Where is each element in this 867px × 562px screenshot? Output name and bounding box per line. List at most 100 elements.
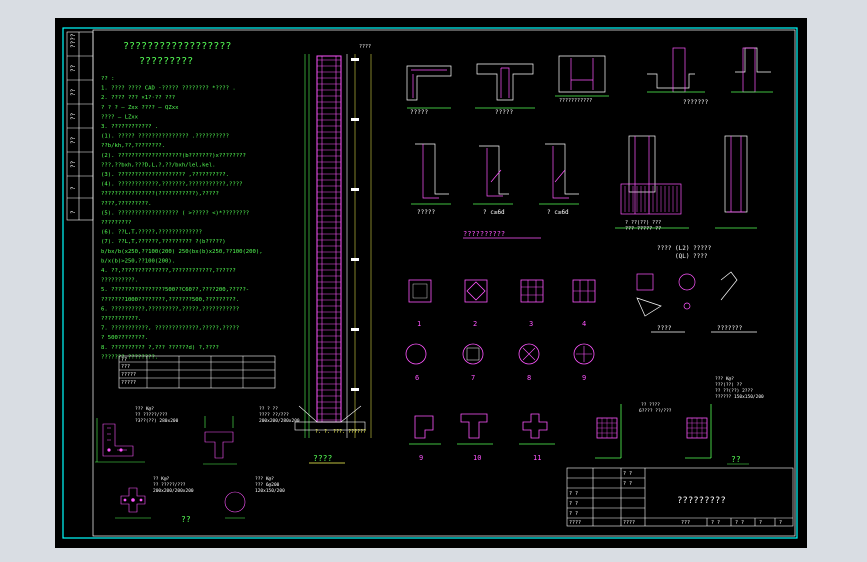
shape-number-10: 10	[473, 454, 481, 462]
svg-text:200x200/280x200: 200x200/280x200	[259, 418, 300, 424]
l-shape-label: ?????	[417, 209, 435, 216]
note-line: 7. ???????????, ?????????????,?????,????…	[101, 326, 239, 332]
svg-text:???(??) ??: ???(??) ??	[715, 382, 742, 388]
note-line: ???,??bxh,???D,L,?,??/bxh/lel,kel.	[101, 162, 216, 168]
vlabel-2: ??	[70, 88, 77, 96]
svg-text:?? ?????/???: ?? ?????/???	[135, 412, 168, 418]
note-line: ??b/kh,??,????????.	[101, 143, 165, 149]
note-line: 4. ??,??????????????,????????????,??????	[101, 268, 236, 274]
vlabel-7: ?	[70, 210, 77, 214]
anchorage-table: ?? ??? ????? ?????	[118, 355, 276, 389]
stirrup-details: ???? (L2) ????? (QL) ???? ???? ???????	[636, 245, 757, 333]
section-number-8: 8	[527, 374, 531, 382]
tb-cell-3: ? ?	[569, 501, 578, 507]
note-line: ? ? ? — Zxx ???? — QZxx	[101, 105, 179, 111]
tb-cell-1: ? ?	[623, 481, 632, 487]
shape-number-11: 11	[533, 454, 541, 462]
note-line: (7). ??L,T,??????,????????? ?(b?????)	[101, 239, 226, 245]
vlabel-4: ??	[70, 136, 77, 144]
svg-text:??? ????? ??: ??? ????? ??	[625, 226, 661, 232]
cad-drawing-sheet: ???? ?? ?? ?? ?? ?? ? ? ????????????????…	[55, 18, 807, 548]
bottom-label-0: ??	[181, 515, 191, 524]
notes-lines: ?? : 1. ???? ???? CAD ·????? ???????? *??…	[101, 76, 263, 360]
elevation-marker	[351, 258, 359, 261]
section-number-labels: 1 2 3 4 6 7 8 9	[415, 320, 586, 382]
svg-text:???? ??/???: ???? ??/???	[259, 412, 289, 418]
tb-cell-5: ????	[569, 520, 581, 526]
note-line: (3). ???????????????????? ,??????????.	[101, 172, 229, 178]
elevation-text-bottom: ?. ?. ???. ??????	[315, 429, 366, 435]
table-row-3: ?????	[121, 380, 136, 386]
hook-label-2: ???????	[717, 325, 743, 332]
note-line: ???????1000????????,???????500,?????????…	[101, 297, 239, 303]
note-line: ????,?????????.	[101, 201, 152, 207]
beam-caption-3: ???????????	[559, 98, 592, 104]
bottom-label-2: ??	[731, 455, 741, 464]
vlabel-5: ??	[70, 160, 77, 168]
svg-text:??? K@?: ??? K@?	[715, 376, 734, 382]
t-shape-label: ? c≥6d	[483, 209, 505, 216]
beam-caption-4: ???????	[683, 99, 709, 106]
wall-joint-notes: ??? K@? ?? ?????/??? ?3??(??) 280x200 ??…	[135, 406, 300, 524]
note-line: ?????????	[101, 220, 131, 226]
note-line: (5). ?????????????????? ( >????? <)*????…	[101, 210, 249, 216]
column-elevation: ?. ?. ???. ?????? ???? ????	[294, 44, 372, 464]
vlabel-0: ????	[70, 33, 77, 48]
column-sections	[405, 279, 596, 365]
note-line: (4). ????????????,???????,???????????,??…	[101, 182, 242, 188]
note-line: 5. ????????????????500??C60??,????200,??…	[101, 287, 249, 293]
beam-caption-2: ?????	[495, 109, 513, 116]
shape-number-labels: 9 10 11	[419, 454, 541, 462]
table-row-0: ??	[121, 357, 127, 363]
svg-text:??? K@?: ??? K@?	[255, 476, 274, 482]
note-line: ??????????.	[101, 278, 138, 284]
drawing-title: ?????????	[677, 496, 726, 506]
svg-text:??? 6@200: ??? 6@200	[255, 482, 280, 488]
tb-cell-13: ?	[759, 520, 762, 526]
general-notes: ?????????????????? ????????? ?? : 1. ????…	[101, 41, 263, 360]
svg-text:?? ??(??) 2???: ?? ??(??) 2???	[715, 388, 753, 394]
note-line: ???????????.	[101, 316, 141, 322]
section-number-9: 9	[582, 374, 586, 382]
elevation-marker	[351, 328, 359, 331]
section-number-7: 7	[471, 374, 475, 382]
svg-text:?3??(??) 280x200: ?3??(??) 280x200	[135, 418, 179, 424]
svg-text:120x150/200: 120x150/200	[255, 488, 285, 494]
note-line: ?? :	[101, 76, 114, 82]
bottom-right-notes: ?? ???? 6???? ??/??? ??? K@? ???(??) ?? …	[639, 376, 764, 465]
notes-heading-1: ??????????????????	[123, 41, 231, 52]
beam-details-row-1: ????? ????? ??????????? ???????	[406, 47, 773, 116]
section-number-6: 6	[415, 374, 419, 382]
svg-text:?????? 150x150/200: ?????? 150x150/200	[715, 394, 764, 400]
stirrup-heading-1: ???? (L2) ?????	[657, 245, 712, 252]
wall-joint-details	[95, 416, 246, 519]
tb-cell-6: ????	[623, 520, 635, 526]
section-number-2: 2	[473, 320, 477, 328]
note-line: 8. ?????????? ?,??? ??????d) ?,????	[101, 345, 219, 351]
c-shape-label: ? c≥6d	[547, 209, 569, 216]
elevation-marker	[351, 118, 359, 121]
svg-text:?? K@?: ?? K@?	[153, 476, 170, 482]
svg-text:?? ?????/???: ?? ?????/???	[153, 482, 186, 488]
column-elevation-label: ????	[313, 454, 332, 463]
elevation-text-top: ????	[359, 44, 371, 50]
note-line: 3. ???????????? .	[101, 124, 158, 130]
tb-cell-0: ? ?	[623, 471, 632, 477]
vlabel-6: ?	[70, 186, 77, 190]
table-row-2: ?????	[121, 372, 136, 378]
notes-heading-2: ?????????	[139, 56, 193, 67]
table-row-1: ???	[121, 364, 130, 370]
note-line: (1). ????? ??????????????? .??????????	[101, 134, 229, 140]
note-line: 6. ??????????,?????????,?????,??????????…	[101, 306, 239, 312]
note-line: (6). ??L,T,?????,?????????????	[101, 230, 202, 236]
vlabel-3: ??	[70, 112, 77, 120]
note-line: (2). ???????????????????(b???????)x?????…	[101, 153, 246, 159]
svg-text:200x200/200x200: 200x200/200x200	[153, 488, 194, 494]
note-line: ???????.????????.	[101, 354, 158, 360]
hook-label: ????	[657, 325, 672, 332]
note-line: 2. ???? ??? ×1?·?? ???	[101, 95, 175, 101]
stirrup-heading-2: (QL) ????	[675, 253, 708, 260]
note-line: ???? — LZxx	[101, 114, 139, 120]
svg-text:6???? ??/???: 6???? ??/???	[639, 408, 672, 414]
svg-text:?? ? ??: ?? ? ??	[259, 406, 278, 412]
